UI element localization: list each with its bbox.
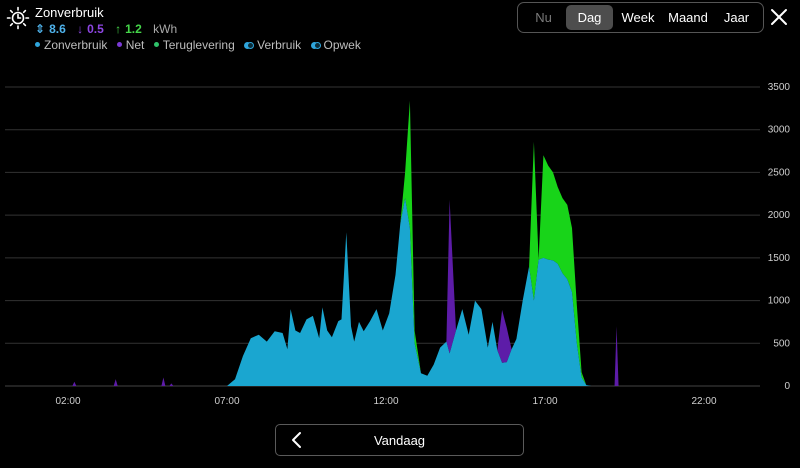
tab-nu[interactable]: Nu	[521, 5, 566, 30]
net-spike	[72, 381, 77, 386]
net-spike	[161, 377, 166, 386]
x-tick-label: 17:00	[532, 396, 557, 407]
y-tick-label: 2500	[768, 167, 791, 178]
close-icon[interactable]	[768, 6, 790, 28]
y-tick-label: 3000	[768, 125, 791, 136]
period-selector: Nu Dag Week Maand Jaar	[517, 2, 764, 33]
y-tick-label: 3500	[768, 82, 791, 93]
current-day-label[interactable]: Vandaag	[276, 433, 523, 448]
dot-icon	[116, 42, 122, 47]
x-tick-label: 12:00	[373, 396, 398, 407]
tab-maand[interactable]: Maand	[663, 5, 713, 30]
legend-teruglevering[interactable]: Teruglevering	[153, 38, 235, 52]
tab-week[interactable]: Week	[613, 5, 663, 30]
net-spike	[614, 326, 619, 386]
dot-icon	[153, 42, 159, 47]
legend-net[interactable]: Net	[116, 38, 144, 52]
tab-dag[interactable]: Dag	[566, 5, 613, 30]
legend-opwek[interactable]: Opwek	[310, 38, 361, 52]
down-arrow-icon: ↓	[77, 22, 84, 36]
stat-unit: kWh	[153, 22, 178, 36]
line-dot-icon	[310, 42, 321, 49]
legend-zonverbruik[interactable]: Zonverbruik	[35, 38, 107, 52]
page-title: Zonverbruik	[35, 5, 104, 20]
x-tick-label: 22:00	[691, 396, 716, 407]
y-tick-label: 500	[773, 338, 790, 349]
dot-icon	[35, 42, 40, 47]
tab-jaar[interactable]: Jaar	[713, 5, 760, 30]
chart-axis-labels: 0 500 1000 1500 2000 2500 3000 3500 02:00 07:00 12…	[55, 82, 790, 407]
day-navigator: Vandaag	[275, 424, 524, 456]
sun-clock-icon	[6, 6, 30, 30]
x-tick-label: 07:00	[214, 396, 239, 407]
y-tick-label: 2000	[768, 210, 791, 221]
energy-stats: ⇕ 8.6 ↓ 0.5 ↑ 1.2 kWh	[35, 22, 181, 36]
line-dot-icon	[244, 42, 255, 49]
y-tick-label: 0	[784, 381, 790, 392]
y-tick-label: 1500	[768, 253, 791, 264]
energy-chart: 0 500 1000 1500 2000 2500 3000 3500 02:00 07:00 12…	[5, 82, 790, 407]
up-arrow-icon: ↑	[115, 22, 122, 36]
stat-teruglevering: ↑ 1.2	[115, 22, 142, 36]
stat-zonverbruik: ⇕ 8.6	[35, 22, 66, 36]
updown-arrow-icon: ⇕	[35, 22, 46, 36]
legend: Zonverbruik Net Teruglevering Verbruik O…	[35, 38, 367, 52]
y-tick-label: 1000	[768, 296, 791, 307]
stat-net: ↓ 0.5	[77, 22, 104, 36]
net-spike	[113, 379, 118, 386]
legend-verbruik[interactable]: Verbruik	[244, 38, 301, 52]
x-tick-label: 02:00	[55, 396, 80, 407]
net-spike	[169, 383, 174, 386]
